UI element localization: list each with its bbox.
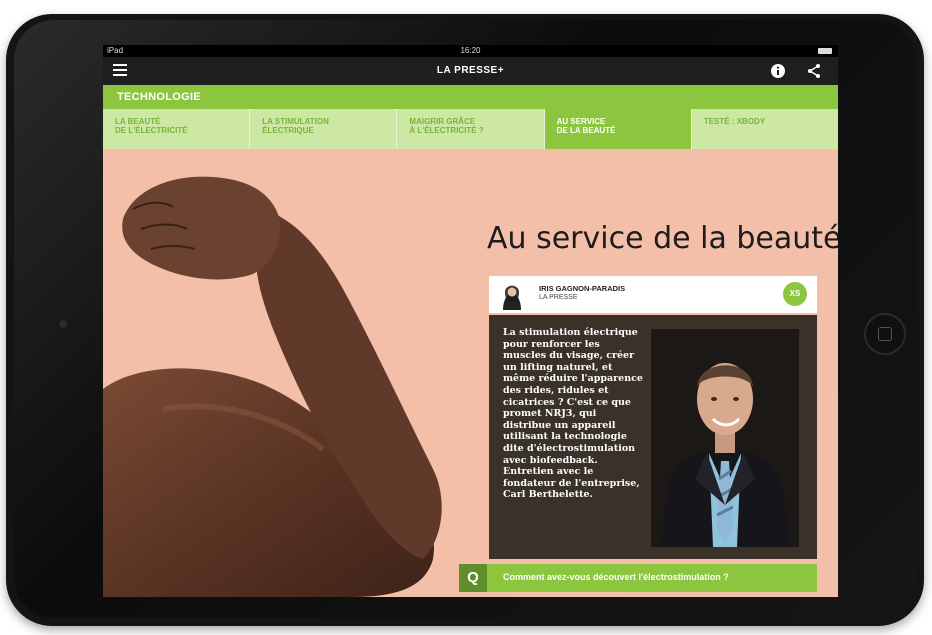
author-name: IRIS GAGNON-PARADIS bbox=[539, 284, 626, 293]
question-marker: Q bbox=[459, 564, 487, 592]
flexed-arm-image bbox=[103, 176, 442, 597]
battery-icon bbox=[818, 48, 832, 54]
status-bar: iPad 16:20 bbox=[103, 45, 838, 57]
section-header: TECHNOLOGIE bbox=[103, 85, 838, 109]
share-icon[interactable] bbox=[806, 63, 822, 79]
article-content: Au service de la beauté IRIS GAGNON-PARA… bbox=[103, 149, 838, 597]
question-text: Comment avez-vous découvert l'électrosti… bbox=[503, 572, 729, 582]
app-screen: iPad 16:20 LA PRESSE+ TECHNOLOGIE LA BEA… bbox=[103, 45, 838, 597]
status-time: 16:20 bbox=[460, 46, 481, 55]
article-lede: La stimulation électrique pour renforcer… bbox=[503, 327, 643, 501]
article-headline: Au service de la beauté bbox=[487, 221, 838, 256]
app-header: LA PRESSE+ bbox=[103, 57, 838, 85]
camera bbox=[58, 319, 68, 329]
app-logo[interactable]: LA PRESSE+ bbox=[103, 65, 838, 76]
info-icon[interactable] bbox=[770, 63, 786, 79]
section-title[interactable]: TECHNOLOGIE bbox=[117, 91, 201, 103]
author-organization: LA PRESSE bbox=[539, 294, 578, 301]
lede-panel: La stimulation électrique pour renforcer… bbox=[489, 315, 817, 559]
author-badge: XS bbox=[783, 282, 807, 306]
author-avatar bbox=[497, 280, 527, 310]
subtab-bar: LA BEAUTÉ DE L'ÉLECTRICITÉ LA STIMULATION… bbox=[103, 109, 838, 149]
home-button[interactable] bbox=[864, 313, 906, 355]
subtab-teste-xbody[interactable]: TESTÉ : XBODY bbox=[692, 109, 838, 149]
question-bar[interactable]: Q Comment avez-vous découvert l'électros… bbox=[459, 564, 817, 592]
interviewee-photo bbox=[651, 329, 799, 547]
subtab-maigrir[interactable]: MAIGRIR GRÂCE À L'ÉLECTRICITÉ ? bbox=[397, 109, 545, 149]
subtab-beaute-electricite[interactable]: LA BEAUTÉ DE L'ÉLECTRICITÉ bbox=[103, 109, 251, 149]
author-card[interactable]: IRIS GAGNON-PARADIS LA PRESSE XS bbox=[489, 276, 817, 313]
subtab-au-service-beaute[interactable]: AU SERVICE DE LA BEAUTÉ bbox=[544, 109, 692, 149]
subtab-stimulation-electrique[interactable]: LA STIMULATION ÉLECTRIQUE bbox=[250, 109, 398, 149]
